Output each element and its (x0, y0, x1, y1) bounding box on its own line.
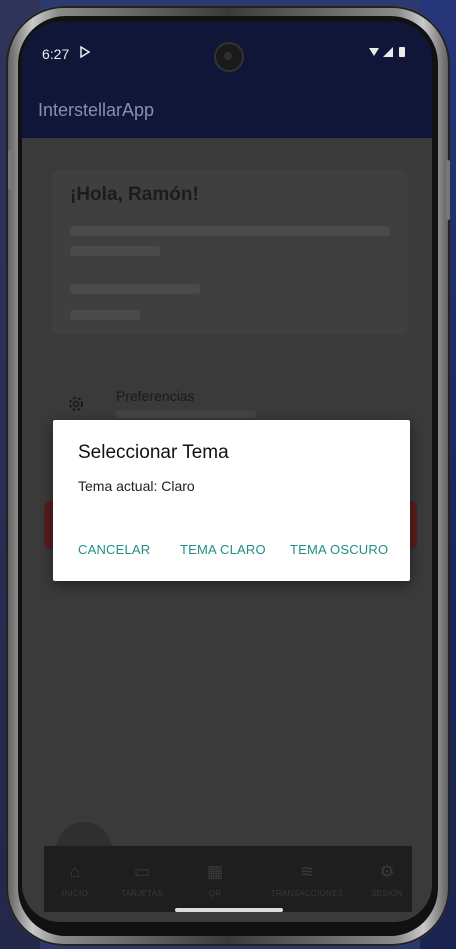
device-screen: 6:27 InterstellarApp ¡Hola, Ramón! Prefe… (22, 22, 432, 922)
light-theme-button[interactable]: TEMA CLARO (180, 542, 266, 557)
dialog-message: Tema actual: Claro (78, 478, 195, 494)
front-camera (214, 42, 244, 72)
app-bar: InterstellarApp (22, 84, 432, 138)
side-button-left (8, 150, 12, 190)
nav-label: SESIÓN (370, 889, 404, 898)
greeting-subtitle-placeholder (70, 246, 160, 256)
home-indicator[interactable] (175, 908, 283, 912)
bottom-navigation: ⌂ INICIO ▭ TARJETAS ▦ QR ≋ TRANSACCIONES… (44, 846, 412, 912)
home-icon: ⌂ (69, 862, 81, 881)
wifi-icon (369, 48, 379, 56)
gear-icon: ⚙ (379, 862, 395, 881)
status-time: 6:27 (42, 46, 70, 62)
greeting-card: ¡Hola, Ramón! (52, 170, 408, 335)
nav-item-qr[interactable]: ▦ QR (178, 846, 252, 912)
qr-icon: ▦ (206, 862, 224, 881)
nav-label: INICIO (61, 889, 89, 898)
cancel-button[interactable]: CANCELAR (78, 542, 150, 557)
account-info-placeholder (70, 284, 200, 294)
battery-icon (399, 47, 405, 57)
nav-item-tarjetas[interactable]: ▭ TARJETAS (106, 846, 178, 912)
app-title: InterstellarApp (38, 100, 155, 120)
account-info-placeholder (70, 310, 140, 320)
nav-label: TRANSACCIONES (270, 889, 344, 898)
greeting-subtitle-placeholder (70, 226, 390, 236)
dialog-title: Seleccionar Tema (78, 442, 229, 463)
status-icons (368, 46, 412, 61)
status-bar: 6:27 (22, 22, 432, 84)
nav-item-transacciones[interactable]: ≋ TRANSACCIONES (252, 846, 362, 912)
nav-label: TARJETAS (120, 889, 164, 898)
side-button-right (446, 160, 450, 220)
card-icon: ▭ (133, 862, 151, 881)
preferences-subtitle-placeholder (116, 410, 256, 418)
transactions-icon: ≋ (299, 862, 315, 881)
greeting-title: ¡Hola, Ramón! (70, 184, 199, 205)
nav-item-sesion[interactable]: ⚙ SESIÓN (362, 846, 412, 912)
dark-theme-button[interactable]: TEMA OSCURO (290, 542, 388, 557)
nav-item-inicio[interactable]: ⌂ INICIO (44, 846, 106, 912)
preferences-title: Preferencias (116, 388, 195, 404)
nav-label: QR (208, 889, 222, 898)
signal-icon (383, 47, 393, 57)
gear-icon (66, 394, 86, 414)
play-outline-icon (79, 45, 91, 61)
theme-dialog: Seleccionar Tema Tema actual: Claro CANC… (53, 420, 410, 581)
